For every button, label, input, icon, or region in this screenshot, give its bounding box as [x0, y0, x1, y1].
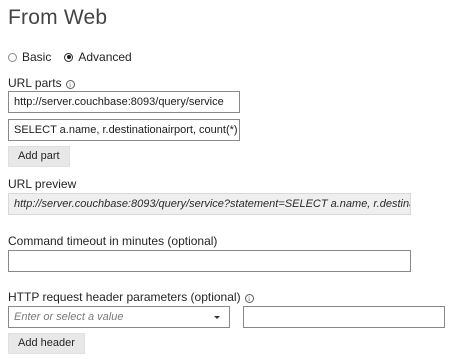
basic-radio-option[interactable]: Basic — [8, 50, 51, 64]
url-parts-heading: URL parts i — [8, 76, 75, 90]
basic-radio[interactable] — [8, 52, 17, 62]
headers-label: HTTP request header parameters (optional… — [8, 290, 241, 304]
header-key-placeholder: Enter or select a value — [14, 311, 124, 323]
header-key-dropdown[interactable]: Enter or select a value — [8, 306, 230, 328]
url-parts-label: URL parts — [8, 76, 62, 90]
url-part-input-1[interactable]: http://server.couchbase:8093/query/servi… — [8, 91, 240, 113]
headers-heading: HTTP request header parameters (optional… — [8, 290, 254, 304]
advanced-radio-label[interactable]: Advanced — [78, 50, 131, 64]
url-preview-label: URL preview — [8, 177, 77, 191]
advanced-radio-option[interactable]: Advanced — [64, 50, 132, 64]
mode-radio-group: Basic Advanced — [8, 50, 145, 64]
add-part-button[interactable]: Add part — [8, 146, 70, 167]
chevron-down-icon[interactable] — [214, 315, 220, 319]
timeout-label: Command timeout in minutes (optional) — [8, 234, 218, 248]
url-preview-field: http://server.couchbase:8093/query/servi… — [8, 193, 411, 215]
basic-radio-label[interactable]: Basic — [22, 50, 51, 64]
header-value-input[interactable] — [243, 306, 445, 328]
url-part-input-2[interactable]: SELECT a.name, r.destinationairport, cou… — [8, 119, 240, 141]
advanced-radio[interactable] — [64, 52, 74, 62]
info-icon[interactable]: i — [65, 80, 75, 89]
info-icon[interactable]: i — [244, 294, 254, 303]
dialog-title: From Web — [8, 6, 108, 29]
timeout-input[interactable] — [8, 250, 411, 272]
add-header-button[interactable]: Add header — [8, 333, 85, 354]
